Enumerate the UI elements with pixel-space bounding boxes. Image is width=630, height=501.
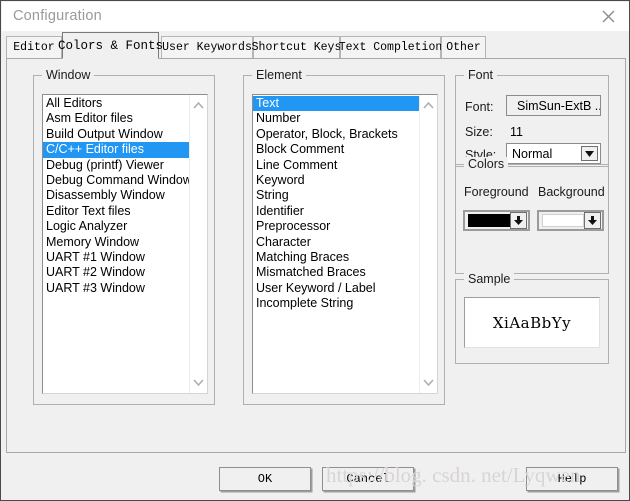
foreground-color-swatch xyxy=(468,214,510,227)
list-item[interactable]: UART #2 Window xyxy=(43,265,190,280)
size-label: Size: xyxy=(465,125,493,139)
list-item[interactable]: Asm Editor files xyxy=(43,111,190,126)
list-item[interactable]: Incomplete String xyxy=(253,296,420,311)
chevron-down-icon[interactable] xyxy=(190,374,207,391)
list-item[interactable]: Matching Braces xyxy=(253,250,420,265)
arrow-down-icon[interactable] xyxy=(584,212,601,229)
tab-shortcut-keys[interactable]: Shortcut Keys xyxy=(252,36,341,58)
element-group: Element Text Number Operator, Block, Bra… xyxy=(243,68,445,405)
tab-text-completion[interactable]: Text Completion xyxy=(339,36,442,58)
list-item[interactable]: Character xyxy=(253,235,420,250)
chevron-down-glyph xyxy=(193,379,204,386)
font-group: Font Font: SimSun-ExtB ... Size: 11 Styl… xyxy=(455,68,609,167)
arrow-down-icon[interactable] xyxy=(510,212,527,229)
element-list-scrollbar[interactable] xyxy=(419,95,437,393)
list-item[interactable]: Debug (printf) Viewer xyxy=(43,158,190,173)
list-item[interactable]: UART #1 Window xyxy=(43,250,190,265)
list-item[interactable]: Operator, Block, Brackets xyxy=(253,127,420,142)
list-item-selected[interactable]: C/C++ Editor files xyxy=(43,142,190,158)
sample-preview: XiAaBbYy xyxy=(464,297,600,348)
list-item[interactable]: Memory Window xyxy=(43,235,190,250)
window-title: Configuration xyxy=(13,8,102,24)
list-item[interactable]: Line Comment xyxy=(253,158,420,173)
chevron-up-glyph xyxy=(423,102,434,109)
list-item[interactable]: Mismatched Braces xyxy=(253,265,420,280)
sample-group-label: Sample xyxy=(464,272,515,286)
window-list-items: All Editors Asm Editor files Build Outpu… xyxy=(43,95,192,296)
cancel-button[interactable]: Cancel xyxy=(322,467,414,491)
element-listbox[interactable]: Text Number Operator, Block, Brackets Bl… xyxy=(252,94,438,394)
list-item[interactable]: String xyxy=(253,188,420,203)
tab-user-keywords[interactable]: User Keywords xyxy=(161,36,253,58)
colors-group-label: Colors xyxy=(464,157,509,171)
window-listbox[interactable]: All Editors Asm Editor files Build Outpu… xyxy=(42,94,208,394)
sample-text: XiAaBbYy xyxy=(492,313,572,332)
list-item[interactable]: Identifier xyxy=(253,204,420,219)
window-group: Window All Editors Asm Editor files Buil… xyxy=(33,68,215,405)
configuration-dialog: Configuration Editor Colors & Fonts User… xyxy=(0,0,630,501)
list-item[interactable]: Build Output Window xyxy=(43,127,190,142)
foreground-color-picker[interactable] xyxy=(463,210,530,231)
list-item[interactable]: UART #3 Window xyxy=(43,281,190,296)
list-item[interactable]: Number xyxy=(253,111,420,126)
sample-group: Sample XiAaBbYy xyxy=(455,272,609,364)
list-item[interactable]: Debug Command Window xyxy=(43,173,192,188)
list-item[interactable]: Logic Analyzer xyxy=(43,219,190,234)
list-item[interactable]: Disassembly Window xyxy=(43,188,190,203)
window-group-label: Window xyxy=(42,68,95,82)
chevron-down-icon[interactable] xyxy=(420,374,437,391)
foreground-label: Foreground xyxy=(464,185,529,199)
list-item[interactable]: User Keyword / Label xyxy=(253,281,420,296)
triangle-down-glyph xyxy=(585,150,594,157)
window-list-scrollbar[interactable] xyxy=(189,95,207,393)
chevron-down-glyph xyxy=(423,379,434,386)
element-list-items: Text Number Operator, Block, Brackets Bl… xyxy=(253,95,420,311)
background-color-picker[interactable] xyxy=(537,210,604,231)
tab-colors-and-fonts[interactable]: Colors & Fonts xyxy=(58,32,163,59)
title-bar: Configuration xyxy=(2,2,629,31)
help-button[interactable]: Help xyxy=(526,467,618,491)
list-item[interactable]: Editor Text files xyxy=(43,204,190,219)
chevron-up-icon[interactable] xyxy=(420,97,437,114)
font-group-label: Font xyxy=(464,68,498,82)
style-value: Normal xyxy=(512,146,553,161)
arrow-down-glyph xyxy=(514,215,523,225)
chevron-up-icon[interactable] xyxy=(190,97,207,114)
tab-content-panel: Window All Editors Asm Editor files Buil… xyxy=(6,58,626,453)
close-glyph xyxy=(602,10,614,23)
background-color-swatch xyxy=(542,214,584,227)
arrow-down-glyph xyxy=(588,215,597,225)
triangle-down-icon[interactable] xyxy=(581,146,598,161)
chevron-up-glyph xyxy=(193,102,204,109)
list-item-selected[interactable]: Text xyxy=(253,96,420,112)
colors-group: Colors Foreground Background xyxy=(455,157,609,274)
font-label: Font: xyxy=(465,100,494,114)
element-group-label: Element xyxy=(252,68,306,82)
list-item[interactable]: Keyword xyxy=(253,173,420,188)
list-item[interactable]: All Editors xyxy=(43,96,190,111)
tab-strip: Editor Colors & Fonts User Keywords Shor… xyxy=(6,31,626,59)
ok-button[interactable]: OK xyxy=(219,467,311,491)
font-select-button[interactable]: SimSun-ExtB ... xyxy=(506,95,601,116)
background-label: Background xyxy=(538,185,605,199)
close-icon[interactable] xyxy=(586,2,629,31)
tab-editor[interactable]: Editor xyxy=(6,36,62,58)
tab-other[interactable]: Other xyxy=(441,36,486,58)
list-item[interactable]: Preprocessor xyxy=(253,219,420,234)
list-item[interactable]: Block Comment xyxy=(253,142,420,157)
size-value: 11 xyxy=(510,125,523,139)
style-dropdown[interactable]: Normal xyxy=(506,143,601,164)
